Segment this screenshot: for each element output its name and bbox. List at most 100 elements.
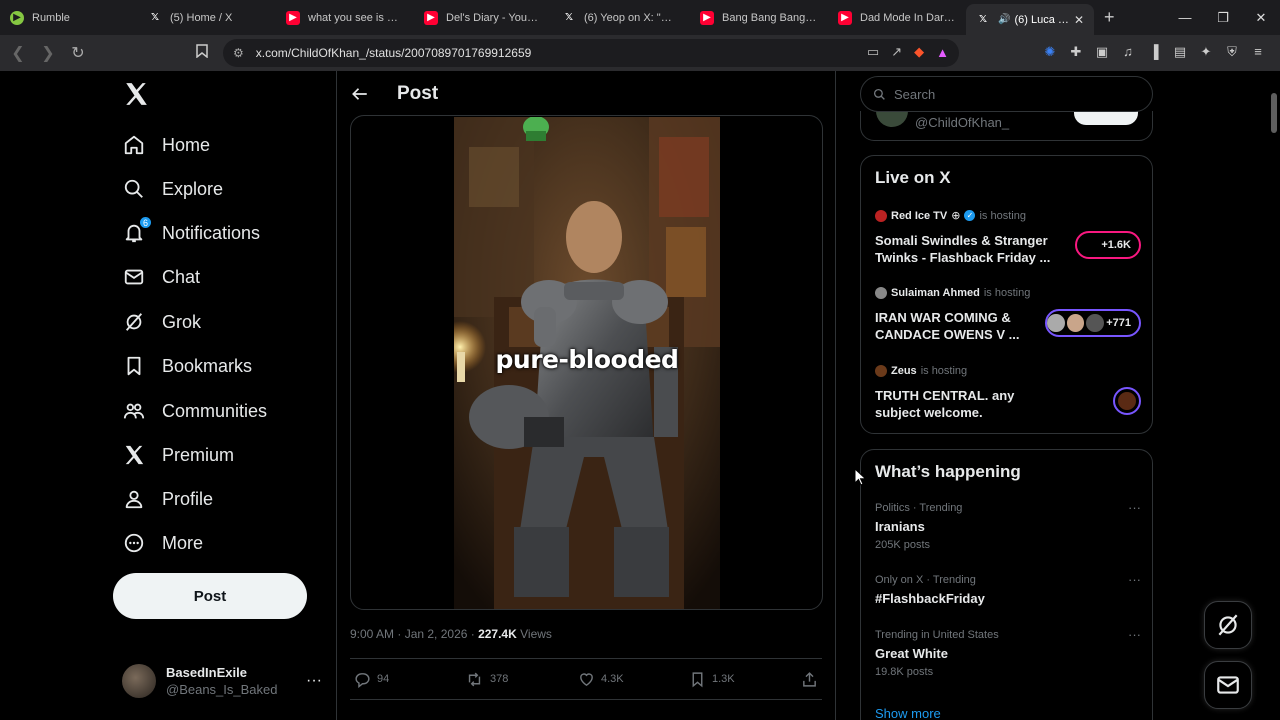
close-window-icon[interactable]: ✕ bbox=[1242, 10, 1280, 26]
nav-item-premium[interactable]: Premium bbox=[122, 435, 234, 475]
space-title: TRUTH CENTRAL. any subject welcome. bbox=[875, 388, 1015, 420]
scrollbar[interactable] bbox=[1268, 71, 1280, 720]
nav-item-profile[interactable]: Profile bbox=[122, 479, 213, 519]
listeners-pill: +771 bbox=[1045, 309, 1141, 337]
avatar bbox=[122, 664, 156, 698]
x-icon: 𝕏 bbox=[150, 12, 160, 23]
share-button[interactable] bbox=[801, 671, 824, 688]
video-player[interactable]: pure-blooded bbox=[454, 117, 720, 609]
back-browser-icon[interactable]: ❮ bbox=[6, 41, 30, 65]
account-switcher[interactable]: BasedInExile @Beans_Is_Baked ··· bbox=[122, 659, 322, 703]
screenshot-icon[interactable]: ▣ bbox=[1094, 44, 1110, 60]
views-count: 227.4K bbox=[478, 627, 517, 641]
reload-icon[interactable]: ↻ bbox=[66, 41, 90, 65]
site-info-icon[interactable]: ⚙ bbox=[233, 46, 244, 60]
sidebar-icon[interactable]: ▐ bbox=[1146, 44, 1162, 60]
like-button[interactable]: 4.3K bbox=[578, 671, 624, 688]
browser-tab-active[interactable]: 𝕏 🔊 (6) Luca Maxim ✕ bbox=[966, 4, 1094, 35]
puzzle-icon[interactable]: ✚ bbox=[1068, 44, 1084, 60]
post-column: Post pure-blooded 9:00 AM · Jan 2, 2026 … bbox=[336, 71, 836, 720]
live-space-item[interactable]: Sulaiman Ahmed is hosting IRAN WAR COMIN… bbox=[875, 287, 1141, 343]
menu-icon[interactable]: ≡ bbox=[1250, 44, 1266, 60]
bell-icon: 6 bbox=[122, 216, 152, 245]
more-dots-icon[interactable]: ··· bbox=[1128, 500, 1141, 515]
post-media[interactable]: pure-blooded bbox=[350, 115, 823, 610]
right-sidebar: @ChildOfKhan_ Search Live on X Red Ice T… bbox=[860, 71, 1154, 720]
bookmark-page-icon[interactable] bbox=[196, 44, 208, 61]
nav-item-home[interactable]: Home bbox=[122, 125, 210, 165]
nav-item-bookmarks[interactable]: Bookmarks bbox=[122, 346, 252, 386]
more-dots-icon[interactable]: ··· bbox=[1128, 572, 1141, 587]
cast-icon[interactable]: ▭ bbox=[867, 44, 879, 60]
profile-icon bbox=[122, 487, 146, 511]
post-button[interactable]: Post bbox=[113, 573, 307, 619]
search-input[interactable]: Search bbox=[860, 76, 1153, 112]
views-label: Views bbox=[516, 627, 552, 641]
back-arrow-icon[interactable] bbox=[349, 83, 371, 105]
trend-item[interactable]: Only on X · Trending #FlashbackFriday ··… bbox=[875, 572, 1141, 606]
forward-browser-icon[interactable]: ❯ bbox=[36, 41, 60, 65]
extension-icon[interactable]: ✺ bbox=[1042, 44, 1058, 60]
share-icon bbox=[803, 671, 816, 687]
who-to-follow-card: @ChildOfKhan_ bbox=[860, 103, 1153, 141]
host-avatar bbox=[875, 209, 887, 222]
more-dots-icon[interactable]: ··· bbox=[1128, 627, 1141, 642]
browser-tab[interactable]: ▶ Dad Mode In Dark Mo bbox=[828, 0, 966, 35]
music-icon[interactable]: ♫ bbox=[1120, 44, 1136, 60]
host-status: is hosting bbox=[920, 365, 968, 377]
trend-item[interactable]: Trending in United States Great White 19… bbox=[875, 627, 1141, 678]
search-placeholder: Search bbox=[894, 86, 936, 102]
messages-floating-button[interactable] bbox=[1204, 661, 1252, 709]
show-more-link[interactable]: Show more bbox=[875, 706, 941, 720]
browser-tab[interactable]: ▶ Bang Bang Bang! HD bbox=[690, 0, 828, 35]
suggested-handle[interactable]: @ChildOfKhan_ bbox=[915, 115, 1009, 130]
nav-item-grok[interactable]: Grok bbox=[122, 302, 201, 342]
share-icon[interactable]: ↗ bbox=[891, 44, 902, 60]
divider bbox=[350, 658, 822, 659]
trend-category: Trending in United States bbox=[875, 629, 999, 641]
nav-item-more[interactable]: More bbox=[122, 523, 203, 563]
left-navigation: Home Explore 6 Notifications Chat Grok B… bbox=[112, 71, 322, 720]
more-dots-icon[interactable]: ··· bbox=[306, 672, 322, 690]
browser-tab[interactable]: ▶ what you see is what bbox=[276, 0, 414, 35]
live-space-item[interactable]: Zeus is hosting TRUTH CENTRAL. any subje… bbox=[875, 365, 1141, 421]
trend-item[interactable]: Politics · Trending Iranians 205K posts … bbox=[875, 500, 1141, 551]
close-tab-icon[interactable]: ✕ bbox=[1070, 13, 1084, 27]
restore-icon[interactable]: ❐ bbox=[1204, 10, 1242, 26]
browser-tab[interactable]: 𝕏 (6) Yeop on X: "@Fors bbox=[552, 0, 690, 35]
host-avatar bbox=[875, 365, 887, 377]
card-title: Live on X bbox=[875, 168, 951, 187]
verified-icon: ✓ bbox=[964, 210, 976, 221]
url-text: x.com/ChildOfKhan_/status/20070897017699… bbox=[255, 46, 532, 60]
tab-label: (5) Home / X bbox=[170, 11, 233, 24]
brave-shield-icon[interactable]: ◆ bbox=[914, 44, 924, 60]
x-logo-icon[interactable] bbox=[123, 81, 149, 107]
address-bar[interactable]: ⚙ x.com/ChildOfKhan_/status/200708970176… bbox=[223, 39, 959, 67]
scrollbar-thumb[interactable] bbox=[1271, 93, 1277, 133]
listeners-pill: +1.6K bbox=[1075, 231, 1141, 259]
speaker-icon[interactable]: 🔊 bbox=[998, 14, 1010, 25]
nav-item-explore[interactable]: Explore bbox=[122, 169, 223, 209]
youtube-icon: ▶ bbox=[424, 10, 438, 25]
trend-category: Politics · Trending bbox=[875, 502, 963, 514]
browser-tab[interactable]: ▶ Del's Diary - YouTube bbox=[414, 0, 552, 35]
browser-tab[interactable]: ▶ Rumble bbox=[0, 0, 138, 35]
nav-item-chat[interactable]: Chat bbox=[122, 257, 200, 297]
reply-button[interactable]: 94 bbox=[354, 671, 389, 688]
nav-item-communities[interactable]: Communities bbox=[122, 391, 267, 431]
leo-icon[interactable]: ✦ bbox=[1198, 44, 1214, 60]
minimize-icon[interactable]: — bbox=[1166, 10, 1204, 25]
new-tab-button[interactable]: + bbox=[1104, 7, 1115, 28]
post-timestamp[interactable]: 9:00 AM · Jan 2, 2026 · bbox=[350, 627, 478, 641]
vpn-icon[interactable]: ⛨ bbox=[1224, 44, 1240, 60]
live-space-item[interactable]: Red Ice TV ⊕ ✓ is hosting Somali Swindle… bbox=[875, 209, 1141, 266]
wallet-icon[interactable]: ▤ bbox=[1172, 44, 1188, 60]
browser-tab[interactable]: 𝕏 (5) Home / X bbox=[138, 0, 276, 35]
nav-item-notifications[interactable]: 6 Notifications bbox=[122, 213, 260, 253]
video-caption: pure-blooded bbox=[495, 345, 679, 374]
grok-floating-button[interactable] bbox=[1204, 601, 1252, 649]
repost-button[interactable]: 378 bbox=[465, 671, 508, 688]
brave-rewards-icon[interactable]: ▲ bbox=[936, 45, 949, 60]
live-on-x-card: Live on X Red Ice TV ⊕ ✓ is hosting Soma… bbox=[860, 155, 1153, 434]
bookmark-button[interactable]: 1.3K bbox=[689, 671, 735, 688]
